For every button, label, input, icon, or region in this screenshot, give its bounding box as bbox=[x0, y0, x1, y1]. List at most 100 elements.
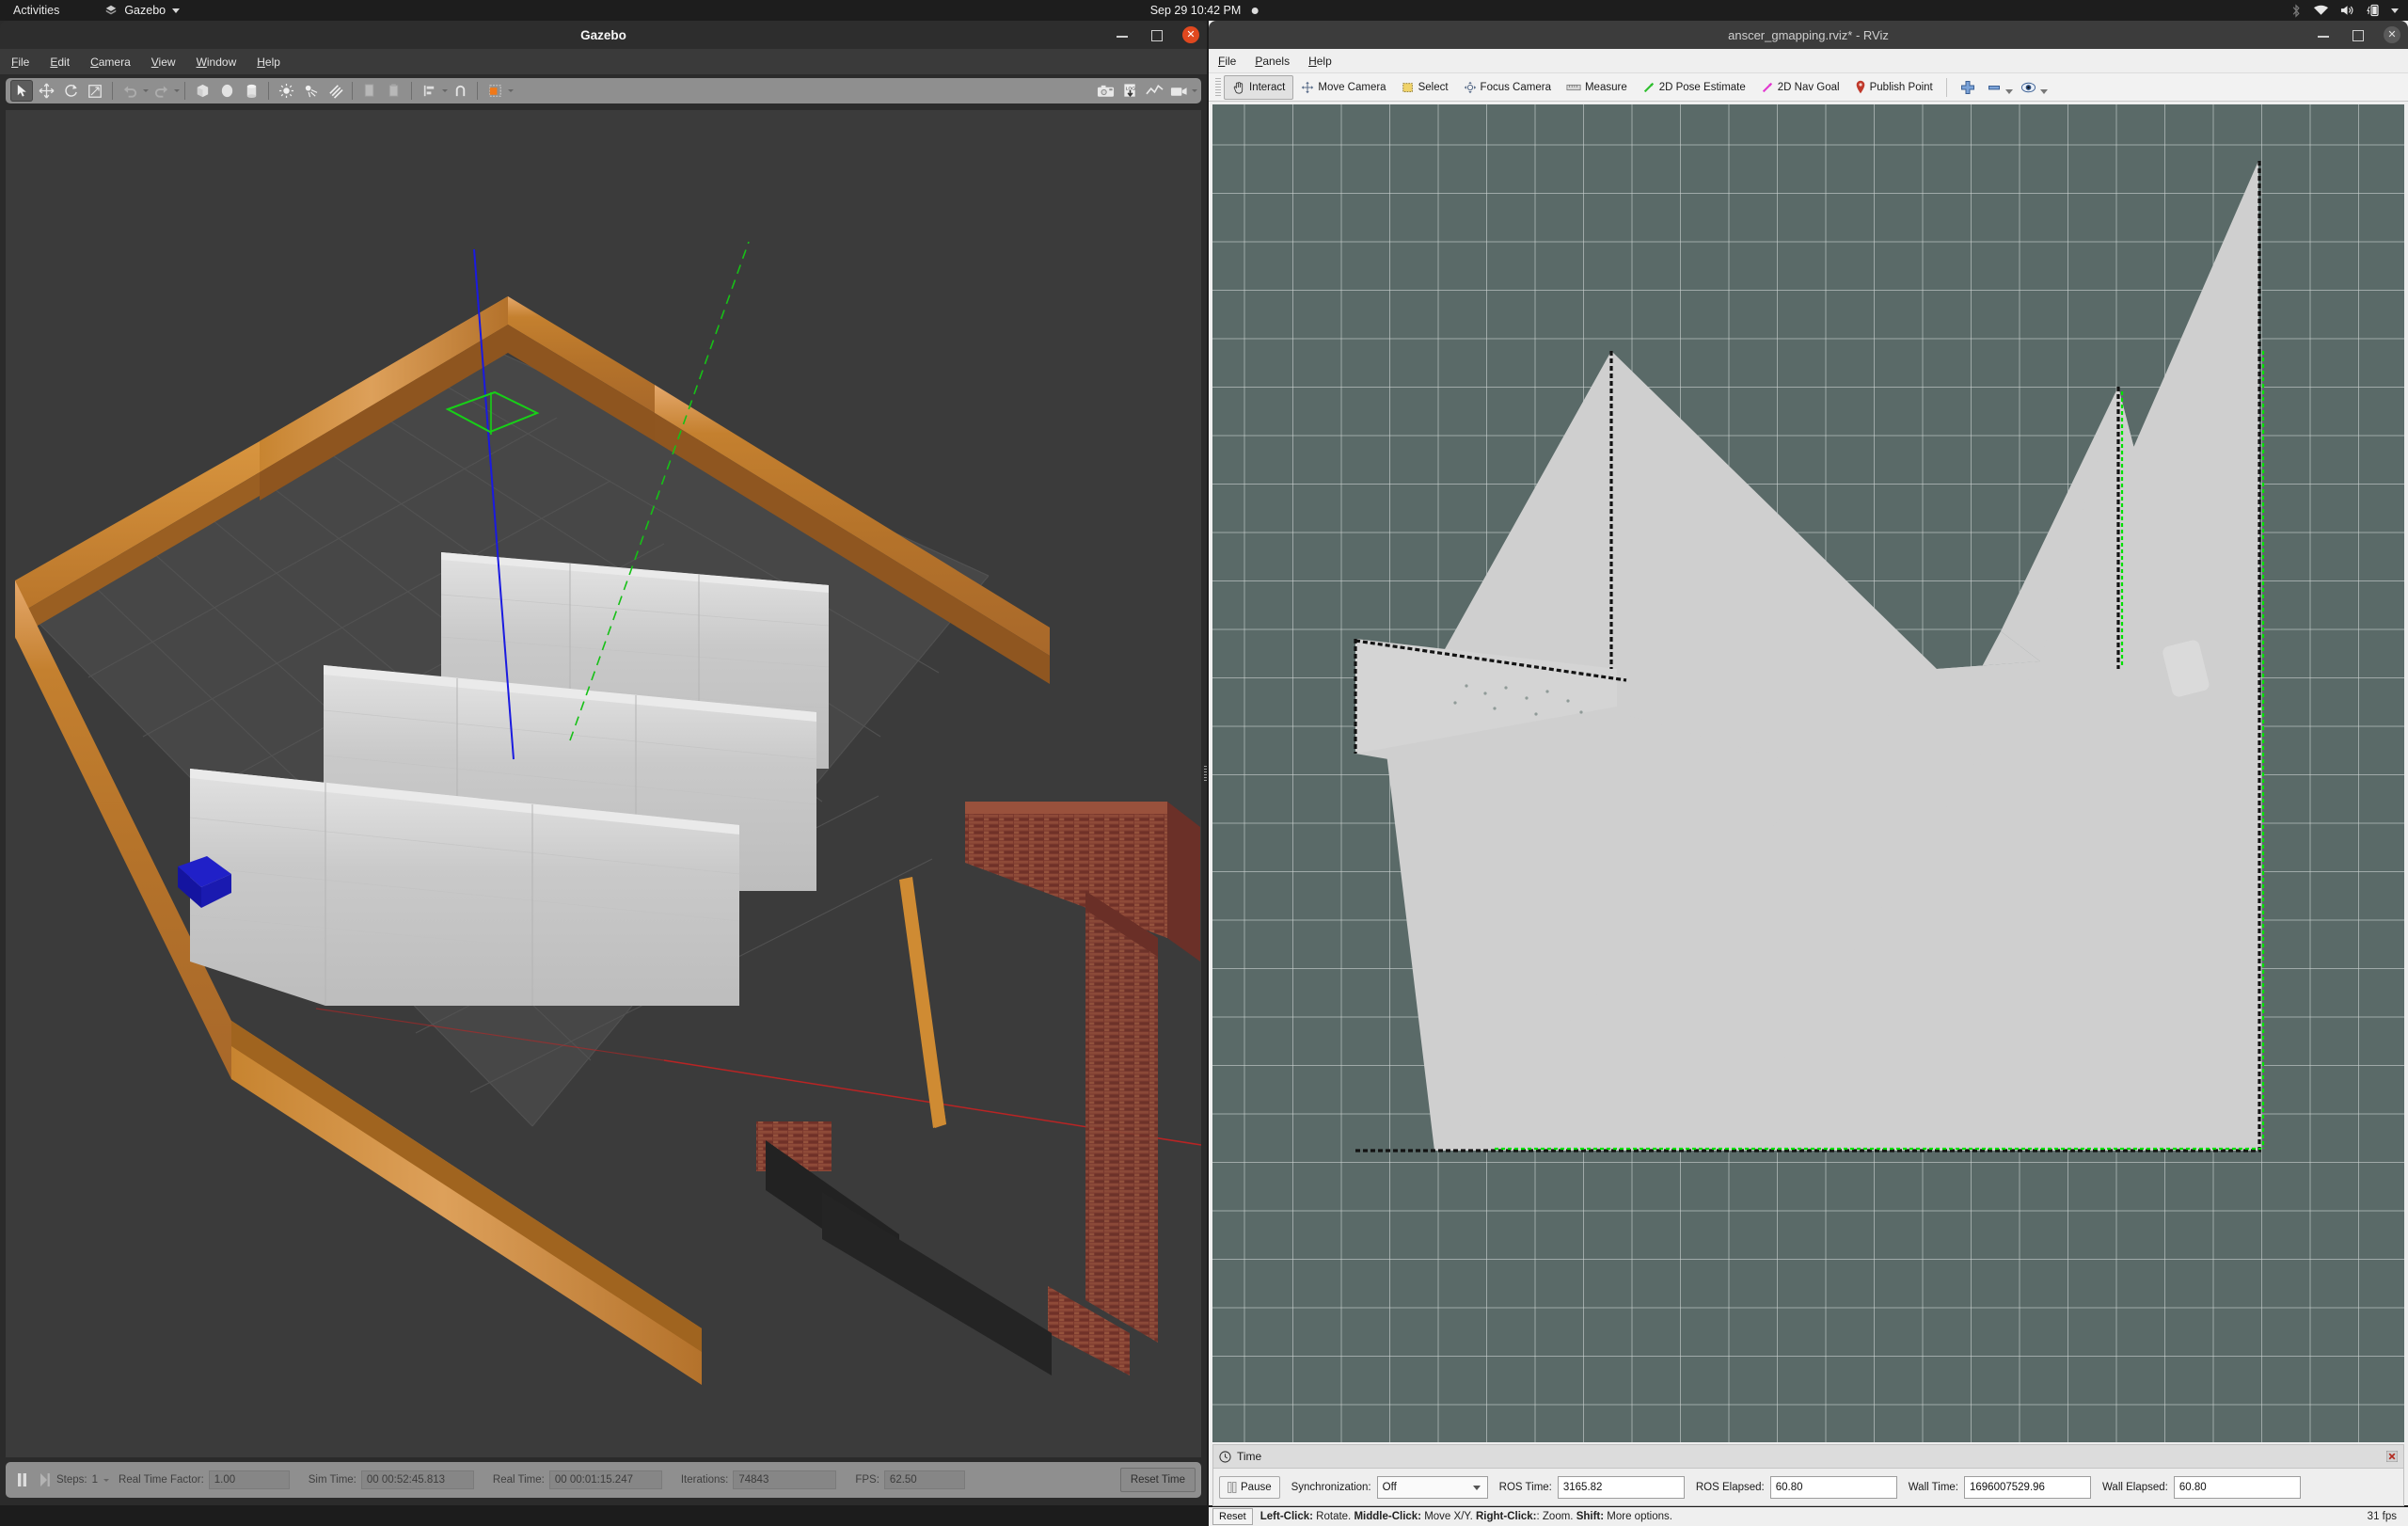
gazebo-3d-viewport[interactable] bbox=[6, 110, 1201, 1457]
view-mode-dropdown-icon[interactable] bbox=[508, 89, 514, 92]
hint-left-click: Left-Click: bbox=[1259, 1511, 1313, 1522]
redo-icon[interactable] bbox=[150, 80, 172, 102]
synchronization-select[interactable]: Off bbox=[1376, 1476, 1488, 1499]
reset-button[interactable]: Reset bbox=[1212, 1508, 1253, 1525]
menu-file[interactable]: File bbox=[1218, 55, 1236, 68]
undo-icon[interactable] bbox=[119, 80, 141, 102]
gazebo-toolbar[interactable]: LOG bbox=[6, 78, 1201, 103]
ros-elapsed-input[interactable]: 60.80 bbox=[1769, 1476, 1897, 1499]
gazebo-menu-bar[interactable]: File Edit Camera View Window Help bbox=[0, 49, 1207, 74]
pause-button[interactable]: Pause bbox=[1219, 1476, 1280, 1499]
window-splitter-left[interactable] bbox=[1202, 764, 1209, 785]
rviz-map-display bbox=[1354, 161, 2265, 1152]
gazebo-icon bbox=[106, 5, 117, 15]
tool-measure[interactable]: Measure bbox=[1559, 75, 1635, 100]
tool-label: Move Camera bbox=[1318, 81, 1386, 93]
tool-publish-point[interactable]: Publish Point bbox=[1847, 75, 1941, 100]
wall-elapsed-input[interactable]: 60.80 bbox=[2173, 1476, 2301, 1499]
align-dropdown-icon[interactable] bbox=[442, 89, 448, 92]
pause-label: Pause bbox=[1241, 1482, 1272, 1493]
menu-camera[interactable]: Camera bbox=[90, 56, 131, 69]
tool-interact[interactable]: Interact bbox=[1224, 74, 1294, 100]
undo-dropdown-icon[interactable] bbox=[143, 89, 149, 92]
tool-properties-button[interactable] bbox=[2017, 75, 2052, 100]
app-menu-button[interactable]: Gazebo bbox=[104, 4, 181, 17]
ros-time-input[interactable]: 3165.82 bbox=[1557, 1476, 1685, 1499]
app-menu-label: Gazebo bbox=[124, 4, 166, 17]
minimize-button[interactable] bbox=[2316, 27, 2331, 42]
gazebo-status-bar[interactable]: Steps: 1 Real Time Factor: 1.00 Sim Time… bbox=[6, 1462, 1201, 1498]
menu-view[interactable]: View bbox=[151, 56, 176, 69]
rviz-window: anscer_gmapping.rviz* - RViz ✕ File Pane… bbox=[1209, 21, 2408, 1526]
maximize-button[interactable] bbox=[2350, 27, 2365, 42]
system-tray[interactable] bbox=[2290, 3, 2399, 18]
gazebo-toolbar-right[interactable]: LOG bbox=[1093, 80, 1197, 102]
time-panel-controls[interactable]: Pause Synchronization: Off ROS Time: 316… bbox=[1213, 1469, 2403, 1506]
spot-light-icon[interactable] bbox=[299, 80, 322, 102]
activities-button[interactable]: Activities bbox=[13, 4, 59, 17]
log-record-icon[interactable]: LOG bbox=[1118, 80, 1141, 102]
clock-button[interactable]: Sep 29 10:42 PM bbox=[1150, 4, 1259, 17]
tool-2d-nav-goal[interactable]: 2D Nav Goal bbox=[1753, 75, 1847, 100]
screenshot-icon[interactable] bbox=[1094, 80, 1117, 102]
snap-icon[interactable] bbox=[449, 80, 471, 102]
tool-label: Focus Camera bbox=[1480, 81, 1551, 93]
add-tool-button[interactable] bbox=[1953, 75, 1983, 100]
directional-light-icon[interactable] bbox=[324, 80, 346, 102]
copy-icon[interactable] bbox=[358, 80, 381, 102]
tool-move-camera[interactable]: Move Camera bbox=[1293, 75, 1393, 100]
chevron-down-icon[interactable] bbox=[2039, 88, 2048, 94]
menu-help[interactable]: Help bbox=[257, 56, 280, 69]
rviz-window-controls[interactable]: ✕ bbox=[2316, 21, 2400, 49]
menu-help[interactable]: Help bbox=[1308, 55, 1332, 68]
insert-cylinder-icon[interactable] bbox=[240, 80, 262, 102]
tool-focus-camera[interactable]: Focus Camera bbox=[1456, 75, 1559, 100]
menu-panels[interactable]: Panels bbox=[1255, 55, 1290, 68]
close-icon[interactable] bbox=[2385, 1450, 2399, 1463]
synchronization-label: Synchronization: bbox=[1291, 1482, 1371, 1493]
insert-sphere-icon[interactable] bbox=[215, 80, 238, 102]
step-forward-icon[interactable] bbox=[34, 1470, 55, 1490]
insert-box-icon[interactable] bbox=[191, 80, 214, 102]
steps-value[interactable]: 1 bbox=[92, 1474, 98, 1486]
paste-icon[interactable] bbox=[383, 80, 405, 102]
chevron-down-icon[interactable] bbox=[2004, 88, 2013, 94]
rviz-menu-bar[interactable]: File Panels Help bbox=[1209, 49, 2408, 73]
plot-icon[interactable] bbox=[1143, 80, 1165, 102]
rviz-3d-viewport[interactable] bbox=[1212, 104, 2404, 1442]
align-icon[interactable] bbox=[418, 80, 440, 102]
close-button[interactable]: ✕ bbox=[1182, 26, 1199, 43]
select-mode-icon[interactable] bbox=[10, 80, 33, 102]
notification-dot-icon bbox=[1251, 7, 1259, 14]
point-light-icon[interactable] bbox=[275, 80, 297, 102]
menu-window[interactable]: Window bbox=[197, 56, 237, 69]
time-panel-header[interactable]: Time bbox=[1213, 1445, 2403, 1469]
maximize-button[interactable] bbox=[1149, 27, 1164, 42]
rviz-toolbar[interactable]: Interact Move Camera Select Focus Camera bbox=[1209, 73, 2408, 102]
wall-time-input[interactable]: 1696007529.96 bbox=[1964, 1476, 2091, 1499]
redo-dropdown-icon[interactable] bbox=[174, 89, 180, 92]
gazebo-title-bar[interactable]: Gazebo ✕ bbox=[0, 21, 1207, 49]
menu-file[interactable]: File bbox=[11, 56, 29, 69]
gazebo-window-controls[interactable]: ✕ bbox=[1115, 21, 1199, 49]
scale-mode-icon[interactable] bbox=[84, 80, 106, 102]
rotate-mode-icon[interactable] bbox=[59, 80, 82, 102]
video-record-icon[interactable] bbox=[1167, 80, 1190, 102]
reset-time-button[interactable]: Reset Time bbox=[1119, 1468, 1196, 1492]
close-button[interactable]: ✕ bbox=[2384, 26, 2400, 43]
pause-icon[interactable] bbox=[11, 1470, 32, 1490]
rviz-title-bar[interactable]: anscer_gmapping.rviz* - RViz ✕ bbox=[1209, 21, 2408, 49]
hint-left-click-action: Rotate. bbox=[1312, 1511, 1354, 1522]
steps-dropdown-icon[interactable] bbox=[103, 1478, 110, 1482]
toolbar-grip-icon[interactable] bbox=[1215, 77, 1221, 97]
translate-mode-icon[interactable] bbox=[35, 80, 57, 102]
video-dropdown-icon[interactable] bbox=[1192, 89, 1197, 92]
view-mode-icon[interactable] bbox=[483, 80, 506, 102]
remove-tool-button[interactable] bbox=[1983, 75, 2017, 100]
pose-estimate-arrow-icon bbox=[1643, 82, 1654, 92]
tool-select[interactable]: Select bbox=[1394, 75, 1456, 100]
toolbar-separator bbox=[352, 82, 353, 100]
minimize-button[interactable] bbox=[1115, 27, 1130, 42]
tool-2d-pose-estimate[interactable]: 2D Pose Estimate bbox=[1635, 75, 1753, 100]
menu-edit[interactable]: Edit bbox=[50, 56, 70, 69]
